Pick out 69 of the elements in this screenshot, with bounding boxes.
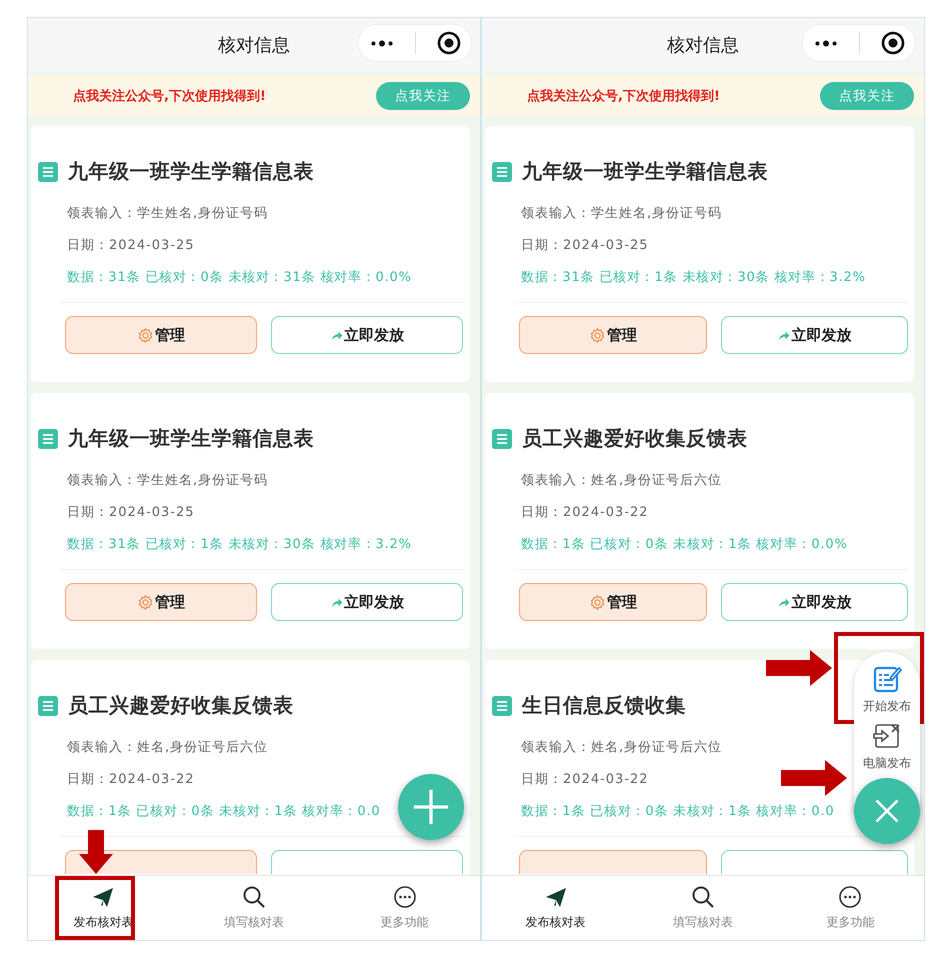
search-icon — [690, 885, 715, 909]
card-title: 九年级一班学生学籍信息表 — [68, 158, 314, 185]
search-icon — [242, 885, 266, 909]
card-info: 领表输入：学生姓名,身份证号码 — [521, 205, 724, 222]
manage-button[interactable]: 管理 — [65, 316, 257, 354]
stats-text: 数据：1条 已核对：0条 未核对：1条 核对率：0.0% — [521, 536, 848, 553]
list-icon — [492, 428, 512, 448]
card-info: 日期：2024-03-25 — [67, 504, 196, 521]
list-icon — [492, 162, 512, 182]
publish-button[interactable]: 立即发放 — [720, 316, 908, 354]
stats-text: 数据：31条 已核对：1条 未核对：30条 核对率：3.2% — [67, 536, 412, 553]
stats-text: 数据：31条 已核对：1条 未核对：30条 核对率：3.2% — [521, 269, 866, 286]
gear-icon — [137, 594, 154, 610]
more-icon[interactable] — [814, 38, 838, 48]
menu-item[interactable]: 电脑发布 — [854, 721, 920, 772]
manage-button[interactable] — [65, 850, 257, 874]
card-title: 员工兴趣爱好收集反馈表 — [68, 692, 294, 719]
menu-label: 开始发布 — [863, 698, 911, 715]
manage-button[interactable]: 管理 — [65, 583, 257, 621]
list-icon — [492, 696, 512, 716]
close-target-icon[interactable] — [436, 31, 460, 55]
paper-plane-icon — [544, 885, 568, 909]
gear-icon — [137, 326, 154, 344]
card-info: 领表输入：学生姓名,身份证号码 — [67, 472, 270, 489]
transfer-icon — [872, 721, 902, 751]
card-info: 日期：2024-03-22 — [521, 504, 650, 521]
menu-label: 电脑发布 — [863, 755, 911, 772]
close-target-icon[interactable] — [880, 31, 904, 55]
page-title: 核对信息 — [667, 34, 739, 57]
manage-button[interactable]: 管理 — [519, 583, 706, 621]
list-icon — [38, 162, 58, 182]
publish-button[interactable]: 立即发放 — [271, 583, 463, 621]
banner-text: 点我关注公众号,下次使用找得到! — [73, 88, 266, 105]
card-info: 领表输入：姓名,身份证号后六位 — [521, 472, 724, 489]
card-info: 领表输入：学生姓名,身份证号码 — [67, 205, 270, 222]
card-title: 员工兴趣爱好收集反馈表 — [522, 425, 748, 452]
card-info: 日期：2024-03-22 — [521, 771, 650, 788]
tab[interactable]: 填写核对表 — [178, 876, 330, 940]
edit-form-icon — [872, 664, 902, 694]
publish-button[interactable]: 立即发放 — [271, 316, 463, 354]
list-icon — [38, 696, 58, 716]
card-title: 生日信息反馈收集 — [522, 692, 686, 719]
gear-icon — [588, 594, 606, 610]
more-icon — [392, 885, 417, 909]
publish-button[interactable]: 立即发放 — [720, 583, 908, 621]
more-icon — [838, 885, 862, 909]
tab[interactable]: 更多功能 — [776, 876, 924, 940]
card-info: 领表输入：姓名,身份证号后六位 — [521, 739, 724, 756]
card-title: 九年级一班学生学籍信息表 — [522, 158, 768, 185]
more-icon[interactable] — [370, 38, 394, 48]
banner-text: 点我关注公众号,下次使用找得到! — [527, 88, 720, 105]
plus-icon — [412, 788, 450, 826]
card-info: 日期：2024-03-25 — [521, 237, 650, 254]
stats-text: 数据：1条 已核对：0条 未核对：1条 核对率：0.0 — [67, 803, 380, 820]
paper-plane-icon — [91, 885, 116, 909]
card-info: 领表输入：姓名,身份证号后六位 — [67, 739, 270, 756]
page-title: 核对信息 — [218, 34, 290, 57]
card-title: 九年级一班学生学籍信息表 — [68, 425, 314, 452]
card-info: 日期：2024-03-22 — [67, 771, 196, 788]
menu-item[interactable]: 开始发布 — [854, 664, 920, 715]
manage-button[interactable]: 管理 — [519, 316, 706, 354]
stats-text: 数据：31条 已核对：0条 未核对：31条 核对率：0.0% — [67, 269, 412, 286]
gear-icon — [588, 326, 606, 344]
tab[interactable]: 发布核对表 — [482, 876, 630, 940]
card-info: 日期：2024-03-25 — [67, 237, 196, 254]
stats-text: 数据：1条 已核对：0条 未核对：1条 核对率：0.0 — [521, 803, 834, 820]
list-icon — [38, 428, 58, 448]
tab[interactable]: 填写核对表 — [629, 876, 777, 940]
tab[interactable]: 更多功能 — [329, 876, 480, 940]
